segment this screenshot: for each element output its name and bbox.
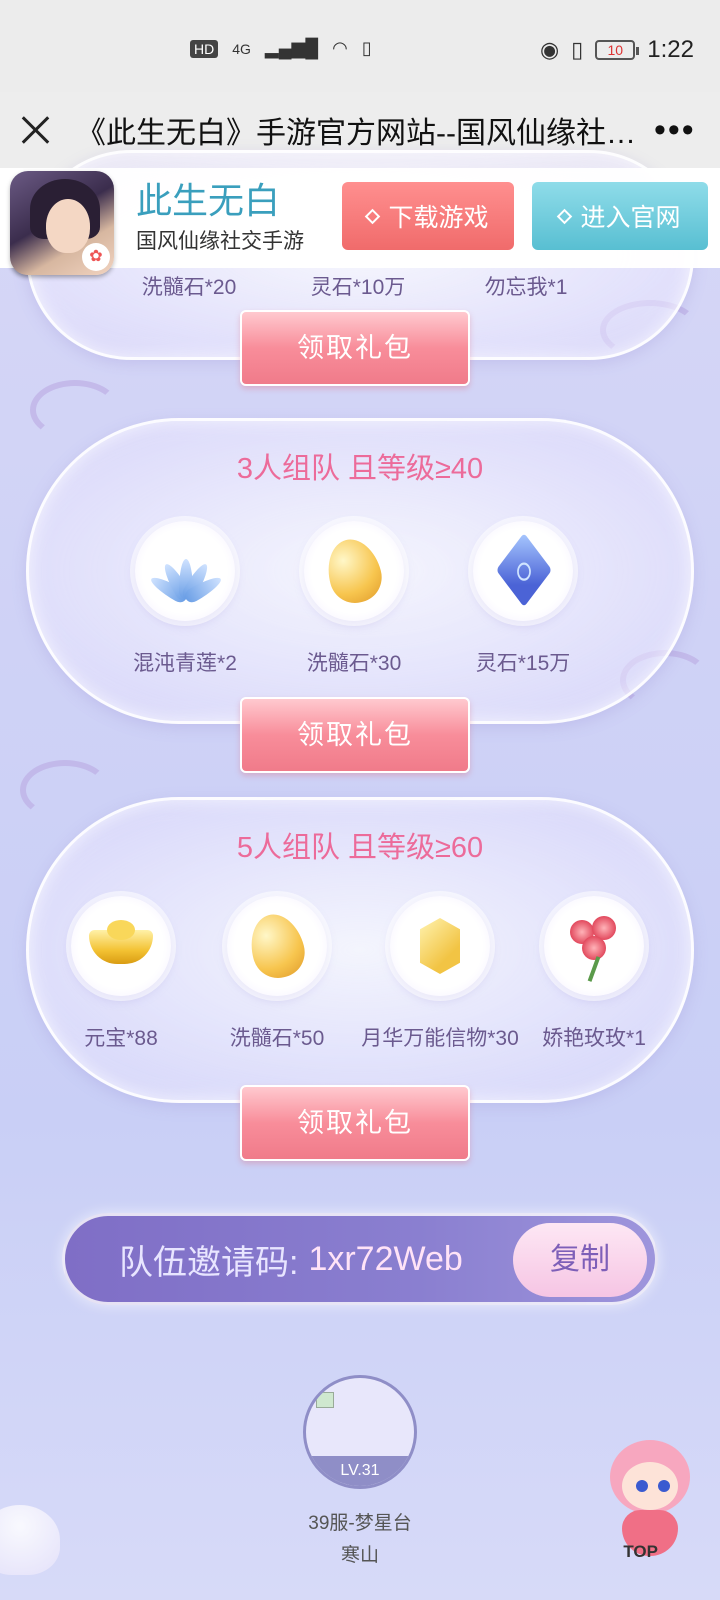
official-label: 进入官网 bbox=[580, 204, 681, 232]
card-title: 5人组队 且等级≥60 bbox=[236, 832, 484, 864]
battery-icon: 10 bbox=[595, 40, 640, 60]
reward-item: 混沌青莲*2 bbox=[110, 521, 260, 677]
member-level: LV.31 bbox=[306, 1456, 414, 1486]
card-title: 3人组队 且等级≥40 bbox=[236, 453, 484, 485]
status-icons-right: ◉ ▯ 10 1:22 bbox=[540, 36, 694, 64]
stone-icon bbox=[304, 521, 404, 621]
reward-item-label: 娇艳玫玫*1 bbox=[542, 1027, 646, 1050]
reward-item: 灵石*10万 bbox=[283, 271, 433, 301]
cloud-decoration bbox=[30, 380, 120, 440]
reward-item-label: 元宝*88 bbox=[84, 1027, 158, 1050]
claim-gift-button-2[interactable]: 领取礼包 bbox=[240, 697, 470, 773]
eye-icon: ◉ bbox=[539, 37, 560, 62]
reward-item: 洗髓石*20 bbox=[114, 271, 264, 301]
token-icon bbox=[390, 896, 490, 996]
rose-icon bbox=[544, 896, 644, 996]
team-invite-bar: 队伍邀请码: 1xr72Web 复制 bbox=[62, 1213, 658, 1305]
reward-item-label: 灵石*10万 bbox=[310, 276, 406, 299]
reward-item: 元宝*88 bbox=[46, 896, 196, 1052]
reward-item: 洗髓石*30 bbox=[279, 521, 429, 677]
crystal-icon bbox=[473, 521, 573, 621]
wifi-icon: ◠ bbox=[332, 38, 348, 58]
close-icon[interactable] bbox=[18, 112, 54, 148]
page-title: 《此生无白》手游官方网站--国风仙缘社交手游 bbox=[76, 117, 636, 150]
more-menu-button[interactable]: ••• bbox=[654, 111, 696, 150]
hd-icon: HD bbox=[190, 39, 219, 58]
reward-item-label: 洗髓石*20 bbox=[141, 276, 237, 299]
cloud-decoration bbox=[20, 760, 110, 820]
reward-item-label: 月华万能信物*30 bbox=[361, 1027, 519, 1050]
status-icons-left: HD 4G ▂▄▆█ ◠ ▯ bbox=[190, 38, 372, 59]
member-name: 寒山 bbox=[340, 1545, 379, 1566]
invite-code-value: 1xr72Web bbox=[308, 1239, 463, 1278]
reward-item-label: 灵石*15万 bbox=[475, 652, 571, 675]
diamond-icon bbox=[365, 208, 381, 224]
phone-icon: ▯ bbox=[361, 38, 372, 58]
ingot-icon bbox=[71, 896, 171, 996]
enter-official-site-button[interactable]: 进入官网 bbox=[532, 182, 708, 250]
reward-item: 灵石*15万 bbox=[448, 521, 598, 677]
reward-item-label: 洗髓石*50 bbox=[229, 1027, 325, 1050]
reward-item: 娇艳玫玫*1 bbox=[519, 896, 669, 1052]
diamond-icon bbox=[557, 208, 573, 224]
reward-item: 洗髓石*50 bbox=[202, 896, 352, 1052]
invite-code-label: 队伍邀请码: bbox=[119, 1243, 299, 1282]
reward-item: 勿忘我*1 bbox=[451, 271, 601, 301]
game-tagline: 国风仙缘社交手游 bbox=[136, 230, 304, 253]
claim-gift-button-3[interactable]: 领取礼包 bbox=[240, 1085, 470, 1161]
claim-gift-button-1[interactable]: 领取礼包 bbox=[240, 310, 470, 386]
reward-item-label: 混沌青莲*2 bbox=[133, 652, 237, 675]
reward-item-label: 勿忘我*1 bbox=[484, 276, 568, 299]
back-to-top-button[interactable]: TOP bbox=[623, 1542, 658, 1562]
member-server: 39服-梦星台 bbox=[308, 1513, 412, 1534]
reward-card-3: 5人组队 且等级≥60 元宝*88 洗髓石*50 月华万能信物*30 娇艳玫玫*… bbox=[26, 797, 694, 1103]
reward-card-2: 3人组队 且等级≥40 混沌青莲*2 洗髓石*30 灵石*15万 bbox=[26, 418, 694, 724]
publisher-logo-icon: ✿ bbox=[82, 243, 110, 271]
stone-icon bbox=[227, 896, 327, 996]
game-banner-overlay: ✿ 此生无白 国风仙缘社交手游 下载游戏 进入官网 bbox=[0, 168, 720, 275]
status-bar: HD 4G ▂▄▆█ ◠ ▯ ◉ ▯ 10 1:22 bbox=[0, 0, 720, 92]
download-label: 下载游戏 bbox=[388, 204, 489, 232]
reward-item-label: 洗髓石*30 bbox=[306, 652, 402, 675]
copy-button[interactable]: 复制 bbox=[513, 1223, 647, 1297]
reward-item: 月华万能信物*30 bbox=[355, 896, 525, 1052]
network-label: 4G bbox=[232, 40, 251, 57]
download-game-button[interactable]: 下载游戏 bbox=[342, 182, 514, 250]
lotus-decoration bbox=[0, 1505, 60, 1575]
signal-icon: ▂▄▆█ bbox=[264, 38, 319, 58]
lotus-icon bbox=[135, 521, 235, 621]
clock: 1:22 bbox=[647, 36, 694, 63]
avatar[interactable]: LV.31 bbox=[303, 1375, 417, 1489]
broken-image-icon bbox=[316, 1392, 334, 1408]
vibrate-icon: ▯ bbox=[571, 37, 584, 62]
app-icon: ✿ bbox=[10, 171, 114, 275]
game-name: 此生无白 bbox=[136, 180, 281, 221]
